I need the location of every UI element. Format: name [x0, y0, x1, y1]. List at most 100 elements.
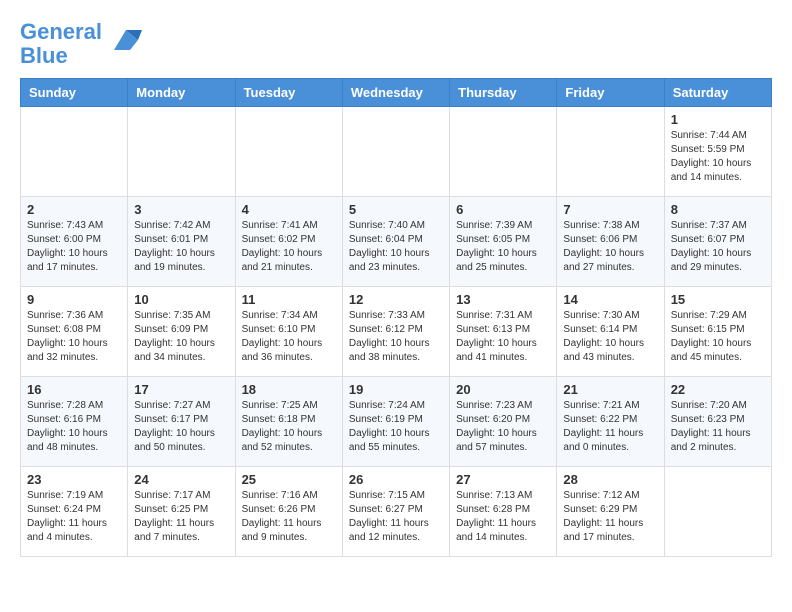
day-info: Sunrise: 7:24 AM Sunset: 6:19 PM Dayligh… — [349, 399, 443, 455]
weekday-monday: Monday — [128, 79, 235, 107]
day-number: 2 — [27, 202, 121, 217]
day-number: 20 — [456, 382, 550, 397]
calendar-cell: 9 Sunrise: 7:36 AM Sunset: 6:08 PM Daylig… — [21, 287, 128, 377]
calendar-cell — [21, 107, 128, 197]
day-number: 26 — [349, 472, 443, 487]
calendar-cell: 27Sunrise: 7:13 AM Sunset: 6:28 PM Dayli… — [450, 467, 557, 557]
calendar-cell — [235, 107, 342, 197]
calendar-cell: 12 Sunrise: 7:33 AM Sunset: 6:12 PM Dayli… — [342, 287, 449, 377]
day-number: 12 — [349, 292, 443, 307]
calendar: SundayMondayTuesdayWednesdayThursdayFrid… — [20, 78, 772, 557]
calendar-cell — [557, 107, 664, 197]
day-info: Sunrise: 7:39 AM Sunset: 6:05 PM Dayligh… — [456, 219, 550, 275]
day-info: Sunrise: 7:30 AM Sunset: 6:14 PM Dayligh… — [563, 309, 657, 365]
day-info: Sunrise: 7:27 AM Sunset: 6:17 PM Dayligh… — [134, 399, 228, 455]
calendar-cell: 25 Sunrise: 7:16 AM Sunset: 6:26 PM Dayli… — [235, 467, 342, 557]
day-number: 21 — [563, 382, 657, 397]
day-number: 6 — [456, 202, 550, 217]
calendar-cell: 26 Sunrise: 7:15 AM Sunset: 6:27 PM Dayli… — [342, 467, 449, 557]
calendar-cell — [664, 467, 771, 557]
day-info: Sunrise: 7:15 AM Sunset: 6:27 PM Dayligh… — [349, 489, 443, 545]
day-info: Sunrise: 7:41 AM Sunset: 6:02 PM Dayligh… — [242, 219, 336, 275]
day-info: Sunrise: 7:43 AM Sunset: 6:00 PM Dayligh… — [27, 219, 121, 275]
day-number: 16 — [27, 382, 121, 397]
day-info: Sunrise: 7:16 AM Sunset: 6:26 PM Dayligh… — [242, 489, 336, 545]
calendar-cell: 21 Sunrise: 7:21 AM Sunset: 6:22 PM Dayli… — [557, 377, 664, 467]
day-info: Sunrise: 7:34 AM Sunset: 6:10 PM Dayligh… — [242, 309, 336, 365]
day-number: 13 — [456, 292, 550, 307]
day-number: 24 — [134, 472, 228, 487]
calendar-cell: 2 Sunrise: 7:43 AM Sunset: 6:00 PM Daylig… — [21, 197, 128, 287]
day-number: 15 — [671, 292, 765, 307]
calendar-cell — [128, 107, 235, 197]
calendar-cell: 14Sunrise: 7:30 AM Sunset: 6:14 PM Dayli… — [557, 287, 664, 377]
day-info: Sunrise: 7:29 AM Sunset: 6:15 PM Dayligh… — [671, 309, 765, 365]
calendar-cell: 20 Sunrise: 7:23 AM Sunset: 6:20 PM Dayli… — [450, 377, 557, 467]
calendar-cell — [342, 107, 449, 197]
weekday-saturday: Saturday — [664, 79, 771, 107]
day-info: Sunrise: 7:23 AM Sunset: 6:20 PM Dayligh… — [456, 399, 550, 455]
calendar-cell: 23Sunrise: 7:19 AM Sunset: 6:24 PM Dayli… — [21, 467, 128, 557]
day-info: Sunrise: 7:36 AM Sunset: 6:08 PM Dayligh… — [27, 309, 121, 365]
day-info: Sunrise: 7:28 AM Sunset: 6:16 PM Dayligh… — [27, 399, 121, 455]
day-number: 5 — [349, 202, 443, 217]
calendar-cell: 11 Sunrise: 7:34 AM Sunset: 6:10 PM Dayli… — [235, 287, 342, 377]
logo-text: GeneralBlue — [20, 20, 102, 68]
calendar-cell: 13 Sunrise: 7:31 AM Sunset: 6:13 PM Dayli… — [450, 287, 557, 377]
day-number: 3 — [134, 202, 228, 217]
day-number: 10 — [134, 292, 228, 307]
day-info: Sunrise: 7:33 AM Sunset: 6:12 PM Dayligh… — [349, 309, 443, 365]
day-number: 11 — [242, 292, 336, 307]
day-number: 17 — [134, 382, 228, 397]
day-number: 7 — [563, 202, 657, 217]
calendar-cell: 3 Sunrise: 7:42 AM Sunset: 6:01 PM Daylig… — [128, 197, 235, 287]
calendar-cell: 19 Sunrise: 7:24 AM Sunset: 6:19 PM Dayli… — [342, 377, 449, 467]
calendar-cell: 28 Sunrise: 7:12 AM Sunset: 6:29 PM Dayli… — [557, 467, 664, 557]
day-number: 27 — [456, 472, 550, 487]
calendar-cell: 6 Sunrise: 7:39 AM Sunset: 6:05 PM Daylig… — [450, 197, 557, 287]
day-info: Sunrise: 7:21 AM Sunset: 6:22 PM Dayligh… — [563, 399, 657, 455]
day-info: Sunrise: 7:17 AM Sunset: 6:25 PM Dayligh… — [134, 489, 228, 545]
logo-icon — [106, 22, 142, 58]
day-info: Sunrise: 7:38 AM Sunset: 6:06 PM Dayligh… — [563, 219, 657, 275]
calendar-cell: 10 Sunrise: 7:35 AM Sunset: 6:09 PM Dayli… — [128, 287, 235, 377]
day-number: 8 — [671, 202, 765, 217]
calendar-cell: 24 Sunrise: 7:17 AM Sunset: 6:25 PM Dayli… — [128, 467, 235, 557]
calendar-cell: 17 Sunrise: 7:27 AM Sunset: 6:17 PM Dayli… — [128, 377, 235, 467]
day-number: 4 — [242, 202, 336, 217]
day-info: Sunrise: 7:19 AM Sunset: 6:24 PM Dayligh… — [27, 489, 121, 545]
calendar-cell: 1 Sunrise: 7:44 AM Sunset: 5:59 PM Daylig… — [664, 107, 771, 197]
calendar-cell: 16 Sunrise: 7:28 AM Sunset: 6:16 PM Dayli… — [21, 377, 128, 467]
day-number: 22 — [671, 382, 765, 397]
day-info: Sunrise: 7:20 AM Sunset: 6:23 PM Dayligh… — [671, 399, 765, 455]
day-info: Sunrise: 7:12 AM Sunset: 6:29 PM Dayligh… — [563, 489, 657, 545]
day-info: Sunrise: 7:25 AM Sunset: 6:18 PM Dayligh… — [242, 399, 336, 455]
day-number: 1 — [671, 112, 765, 127]
day-number: 19 — [349, 382, 443, 397]
day-number: 9 — [27, 292, 121, 307]
day-number: 18 — [242, 382, 336, 397]
day-info: Sunrise: 7:42 AM Sunset: 6:01 PM Dayligh… — [134, 219, 228, 275]
day-info: Sunrise: 7:37 AM Sunset: 6:07 PM Dayligh… — [671, 219, 765, 275]
day-info: Sunrise: 7:40 AM Sunset: 6:04 PM Dayligh… — [349, 219, 443, 275]
weekday-friday: Friday — [557, 79, 664, 107]
calendar-cell — [450, 107, 557, 197]
day-info: Sunrise: 7:31 AM Sunset: 6:13 PM Dayligh… — [456, 309, 550, 365]
weekday-thursday: Thursday — [450, 79, 557, 107]
weekday-wednesday: Wednesday — [342, 79, 449, 107]
weekday-sunday: Sunday — [21, 79, 128, 107]
calendar-cell: 22 Sunrise: 7:20 AM Sunset: 6:23 PM Dayli… — [664, 377, 771, 467]
calendar-cell: 5 Sunrise: 7:40 AM Sunset: 6:04 PM Daylig… — [342, 197, 449, 287]
calendar-cell: 4 Sunrise: 7:41 AM Sunset: 6:02 PM Daylig… — [235, 197, 342, 287]
calendar-cell: 7 Sunrise: 7:38 AM Sunset: 6:06 PM Daylig… — [557, 197, 664, 287]
calendar-cell: 18 Sunrise: 7:25 AM Sunset: 6:18 PM Dayli… — [235, 377, 342, 467]
logo: GeneralBlue — [20, 20, 142, 68]
calendar-cell: 15 Sunrise: 7:29 AM Sunset: 6:15 PM Dayli… — [664, 287, 771, 377]
day-info: Sunrise: 7:44 AM Sunset: 5:59 PM Dayligh… — [671, 129, 765, 185]
day-info: Sunrise: 7:35 AM Sunset: 6:09 PM Dayligh… — [134, 309, 228, 365]
day-number: 28 — [563, 472, 657, 487]
day-number: 25 — [242, 472, 336, 487]
calendar-cell: 8 Sunrise: 7:37 AM Sunset: 6:07 PM Daylig… — [664, 197, 771, 287]
page-header: GeneralBlue — [20, 20, 772, 68]
weekday-tuesday: Tuesday — [235, 79, 342, 107]
